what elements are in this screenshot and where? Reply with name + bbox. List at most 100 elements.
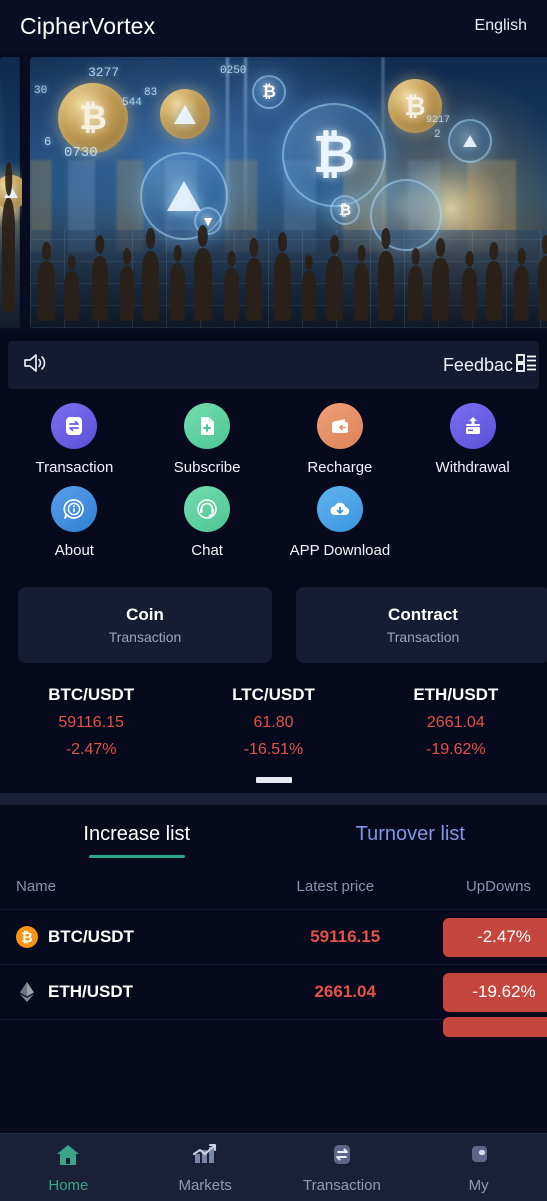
app-header: CipherVortex English [0, 0, 547, 52]
ticker-price: 59116.15 [58, 714, 124, 731]
nav-item-transaction[interactable]: Transaction [274, 1142, 411, 1194]
home-icon [54, 1142, 82, 1173]
nav-item-markets[interactable]: Markets [137, 1142, 274, 1194]
market-pair-name: BTC/USDT [48, 927, 134, 946]
banner-bitcoin-holo-small: ₿ [252, 75, 286, 109]
banner-bitcoin-coin: ₿ [58, 83, 128, 153]
trade-card-contract[interactable]: Contract Transaction [296, 587, 547, 663]
ticker-pair: ETH/USDT [413, 685, 499, 704]
banner-altcoin-right [448, 119, 492, 163]
section-divider [0, 793, 547, 805]
announcement-bar[interactable]: Feedbac [8, 341, 539, 389]
ticker-pagination[interactable] [0, 759, 547, 793]
menu-label: Withdrawal [435, 459, 510, 476]
quick-menu-row-1: Transaction Subscribe Recharge Withdrawa… [0, 403, 547, 476]
market-price: 2661.04 [314, 982, 376, 1001]
trade-card-subtitle: Transaction [108, 629, 182, 645]
grid-list-icon[interactable] [515, 352, 537, 379]
menu-item-transaction[interactable]: Transaction [8, 403, 141, 476]
market-change-cell: -19.62% [430, 972, 547, 1012]
column-latest-price: Latest price [296, 878, 375, 895]
pagination-indicator[interactable] [255, 777, 292, 783]
banner-crowd [30, 203, 547, 328]
nav-label: Markets [178, 1176, 232, 1194]
market-pair-cell: ₿ BTC/USDT [16, 926, 260, 948]
bottom-navigation: Home Markets Transaction My [0, 1133, 547, 1201]
table-row-partial[interactable] [0, 1016, 547, 1037]
menu-label: Chat [191, 542, 223, 559]
app-logo: CipherVortex [20, 12, 156, 39]
nav-item-my[interactable]: My [410, 1142, 547, 1194]
card-up-icon [449, 403, 496, 449]
banner-carousel[interactable]: ₿ ₿ ₿ ₿ ₿ ▼ 3277 544 0730 30 6 0250 83 2… [0, 52, 547, 333]
language-selector[interactable]: English [475, 17, 527, 35]
trade-card-title: Coin [126, 605, 164, 624]
market-list-header: Name Latest price UpDowns [0, 858, 547, 909]
menu-item-about[interactable]: About [8, 486, 141, 559]
market-list-tabs: Increase list Turnover list [0, 805, 547, 858]
banner-ethereum-coin [160, 89, 210, 139]
ticker-price: 2661.04 [426, 714, 485, 731]
headset-icon [184, 486, 231, 532]
market-pair-cell: ETH/USDT [16, 981, 260, 1003]
tab-label: Turnover list [355, 823, 465, 845]
menu-label: Transaction [35, 459, 114, 476]
chart-icon [191, 1142, 219, 1173]
tab-inactive-underline [362, 855, 458, 858]
tab-label: Increase list [83, 823, 191, 845]
bitcoin-icon: ₿ [16, 926, 38, 948]
exchange-icon [51, 403, 98, 449]
trade-card-subtitle: Transaction [386, 629, 460, 645]
ticker-change: -16.51% [243, 741, 304, 758]
document-plus-icon [184, 403, 231, 449]
ticker-pair: LTC/USDT [232, 685, 315, 704]
ticker-change: -2.47% [65, 741, 117, 758]
nav-label: Home [48, 1176, 89, 1194]
trade-card-carousel[interactable]: Coin Transaction Contract Transaction [0, 573, 547, 663]
tab-turnover-list[interactable]: Turnover list [274, 823, 547, 858]
menu-label: Recharge [307, 459, 373, 476]
wallet-in-icon [316, 403, 363, 449]
price-ticker[interactable]: BTC/USDT 59116.15 -2.47% LTC/USDT 61.80 … [0, 663, 547, 759]
cloud-download-icon [316, 486, 363, 532]
nav-label: Transaction [302, 1176, 381, 1194]
menu-item-recharge[interactable]: Recharge [274, 403, 407, 476]
ticker-item-eth[interactable]: ETH/USDT 2661.04 -19.62% [365, 685, 547, 759]
menu-item-chat[interactable]: Chat [141, 486, 274, 559]
trade-card-coin[interactable]: Coin Transaction [18, 587, 272, 663]
tab-increase-list[interactable]: Increase list [0, 823, 274, 858]
feedback-label: Feedbac [442, 354, 513, 375]
market-change-cell-partial [430, 1016, 547, 1037]
status-badge: -19.62% [443, 972, 547, 1012]
nav-label: My [468, 1176, 489, 1194]
menu-label: About [54, 542, 94, 559]
menu-item-app-download[interactable]: APP Download [274, 486, 407, 559]
app-root: CipherVortex English ₿ ₿ ₿ ₿ ₿ ▼ 3277 54… [0, 0, 547, 1201]
table-row[interactable]: ETH/USDT 2661.04 -19.62% [0, 964, 547, 1019]
menu-item-subscribe[interactable]: Subscribe [141, 403, 274, 476]
column-name: Name [16, 878, 57, 895]
status-badge-partial [443, 1016, 547, 1037]
column-updowns: UpDowns [465, 878, 531, 895]
menu-item-empty [406, 486, 539, 559]
ticker-item-ltc[interactable]: LTC/USDT 61.80 -16.51% [182, 685, 364, 759]
table-row[interactable]: ₿ BTC/USDT 59116.15 -2.47% [0, 909, 547, 964]
ticker-price: 61.80 [253, 714, 294, 731]
speaker-icon[interactable] [22, 351, 50, 380]
banner-bitcoin-holo: ₿ [282, 103, 386, 207]
menu-item-withdrawal[interactable]: Withdrawal [406, 403, 539, 476]
market-price: 59116.15 [310, 927, 381, 946]
ticker-item-btc[interactable]: BTC/USDT 59116.15 -2.47% [0, 685, 182, 759]
info-bubble-icon [51, 486, 98, 532]
market-list: Increase list Turnover list Name Latest … [0, 805, 547, 1037]
profile-icon [465, 1142, 493, 1173]
feedback-entry[interactable]: Feedbac [443, 352, 537, 379]
menu-label: Subscribe [173, 459, 241, 476]
banner-slide-previous[interactable] [0, 57, 22, 328]
nav-item-home[interactable]: Home [0, 1142, 137, 1194]
tab-active-underline [88, 855, 185, 858]
banner-slide-current[interactable]: ₿ ₿ ₿ ₿ ₿ ▼ 3277 544 0730 30 6 0250 83 2… [30, 57, 547, 328]
ethereum-icon [16, 981, 38, 1003]
quick-menu-row-2: About Chat APP Download [0, 486, 547, 559]
quick-menu: Transaction Subscribe Recharge Withdrawa… [0, 389, 547, 573]
